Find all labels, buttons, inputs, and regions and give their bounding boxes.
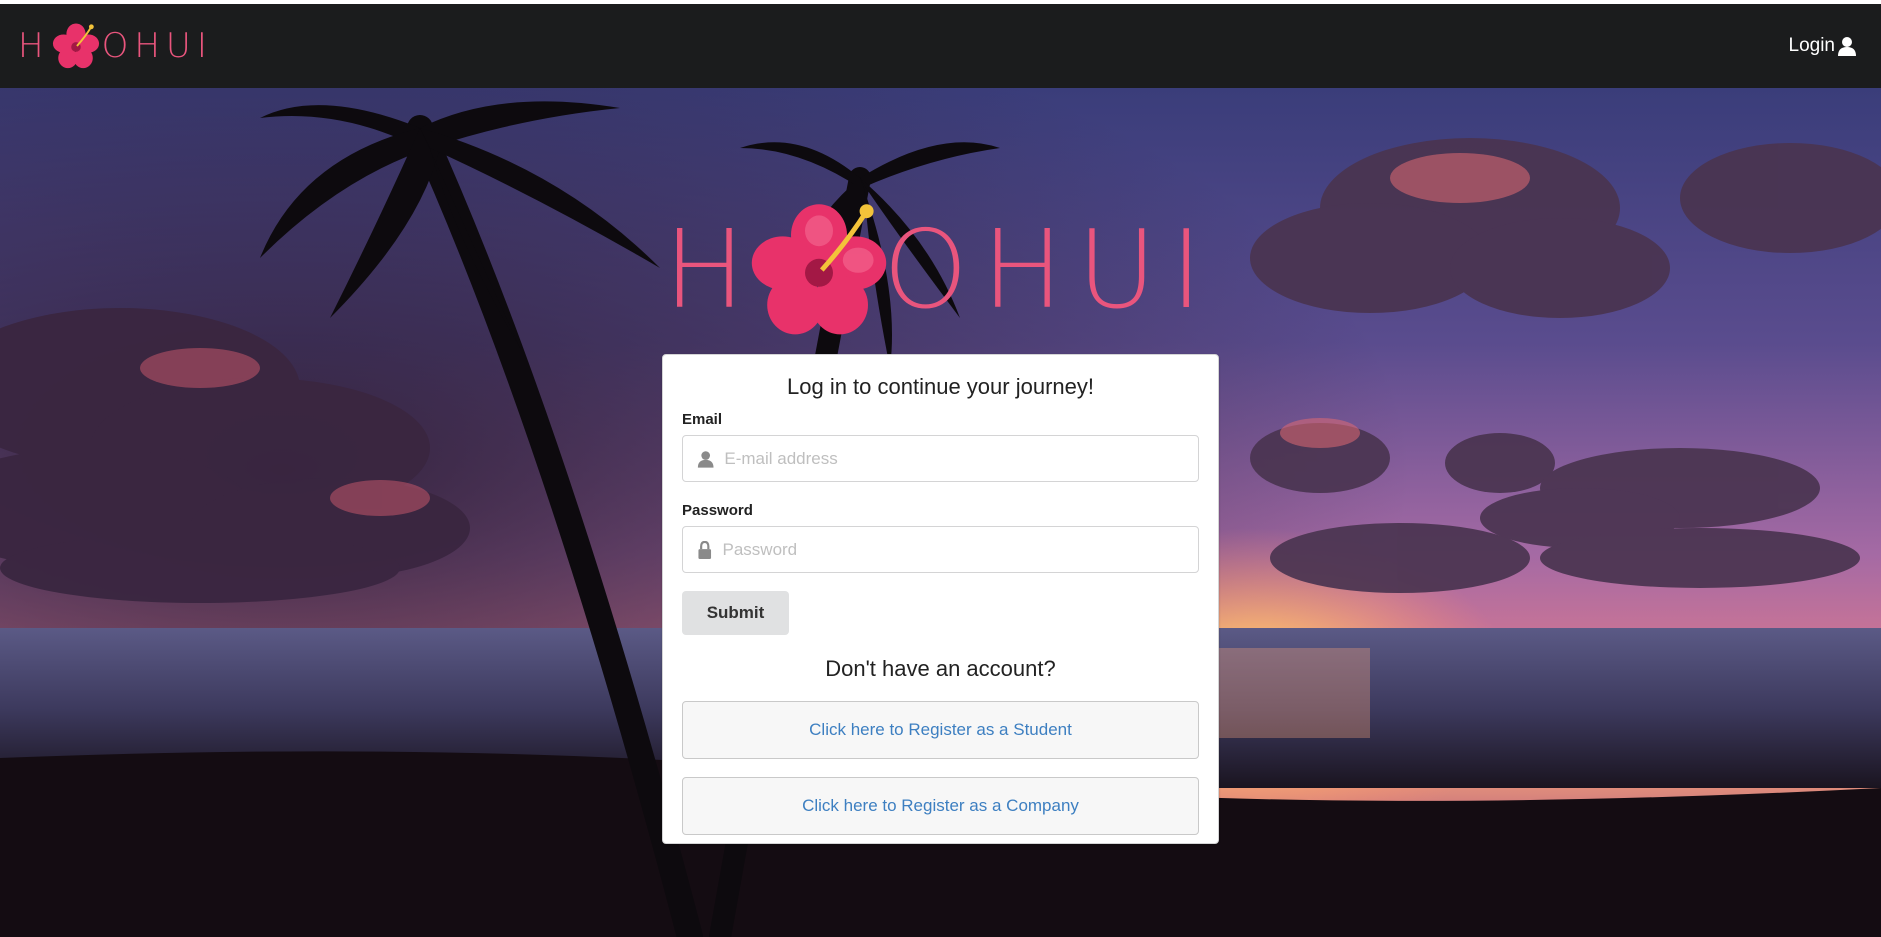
login-card-title: Log in to continue your journey! bbox=[787, 374, 1094, 399]
hero-brand-letter-h: H bbox=[663, 207, 760, 333]
password-input[interactable] bbox=[712, 527, 1198, 572]
user-icon bbox=[697, 450, 714, 468]
hero-brand-logo: H O H U I bbox=[662, 204, 1218, 335]
hibiscus-icon bbox=[751, 204, 887, 335]
password-field-wrapper bbox=[682, 526, 1199, 573]
hero-brand-letter-u: U bbox=[1077, 207, 1171, 333]
user-icon bbox=[1838, 37, 1856, 56]
hero-brand-letter-o: O bbox=[883, 207, 983, 333]
hero-brand-letter-i: I bbox=[1170, 207, 1217, 333]
login-link[interactable]: Login bbox=[1789, 35, 1858, 57]
email-input[interactable] bbox=[714, 436, 1198, 481]
email-field-wrapper bbox=[682, 435, 1199, 482]
nav-brand-letter-u: U bbox=[165, 26, 197, 66]
login-label: Login bbox=[1788, 35, 1836, 56]
login-form-card: Log in to continue your journey! Email P… bbox=[662, 354, 1219, 844]
nav-brand-letter-o: O bbox=[101, 26, 135, 66]
top-navbar: H O H U I Login bbox=[0, 4, 1881, 88]
password-label: Password bbox=[682, 502, 753, 519]
nav-brand-text: H O H U I bbox=[18, 22, 213, 70]
nav-brand-letter-h2: H bbox=[134, 26, 166, 66]
hero-brand-letter-h2: H bbox=[982, 207, 1078, 333]
nav-brand-letter-i: I bbox=[196, 26, 213, 66]
submit-button[interactable]: Submit bbox=[682, 591, 789, 635]
hibiscus-icon bbox=[52, 23, 99, 69]
nav-brand-logo[interactable]: H O H U I bbox=[18, 16, 213, 76]
register-company-button[interactable]: Click here to Register as a Company bbox=[682, 777, 1199, 835]
nav-brand-letter-h: H bbox=[18, 26, 50, 66]
email-label: Email bbox=[682, 411, 723, 428]
hero-brand-text: H O H U I bbox=[664, 200, 1216, 340]
no-account-text: Don't have an account? bbox=[825, 656, 1056, 681]
lock-icon bbox=[698, 540, 712, 559]
register-student-button[interactable]: Click here to Register as a Student bbox=[682, 701, 1199, 759]
